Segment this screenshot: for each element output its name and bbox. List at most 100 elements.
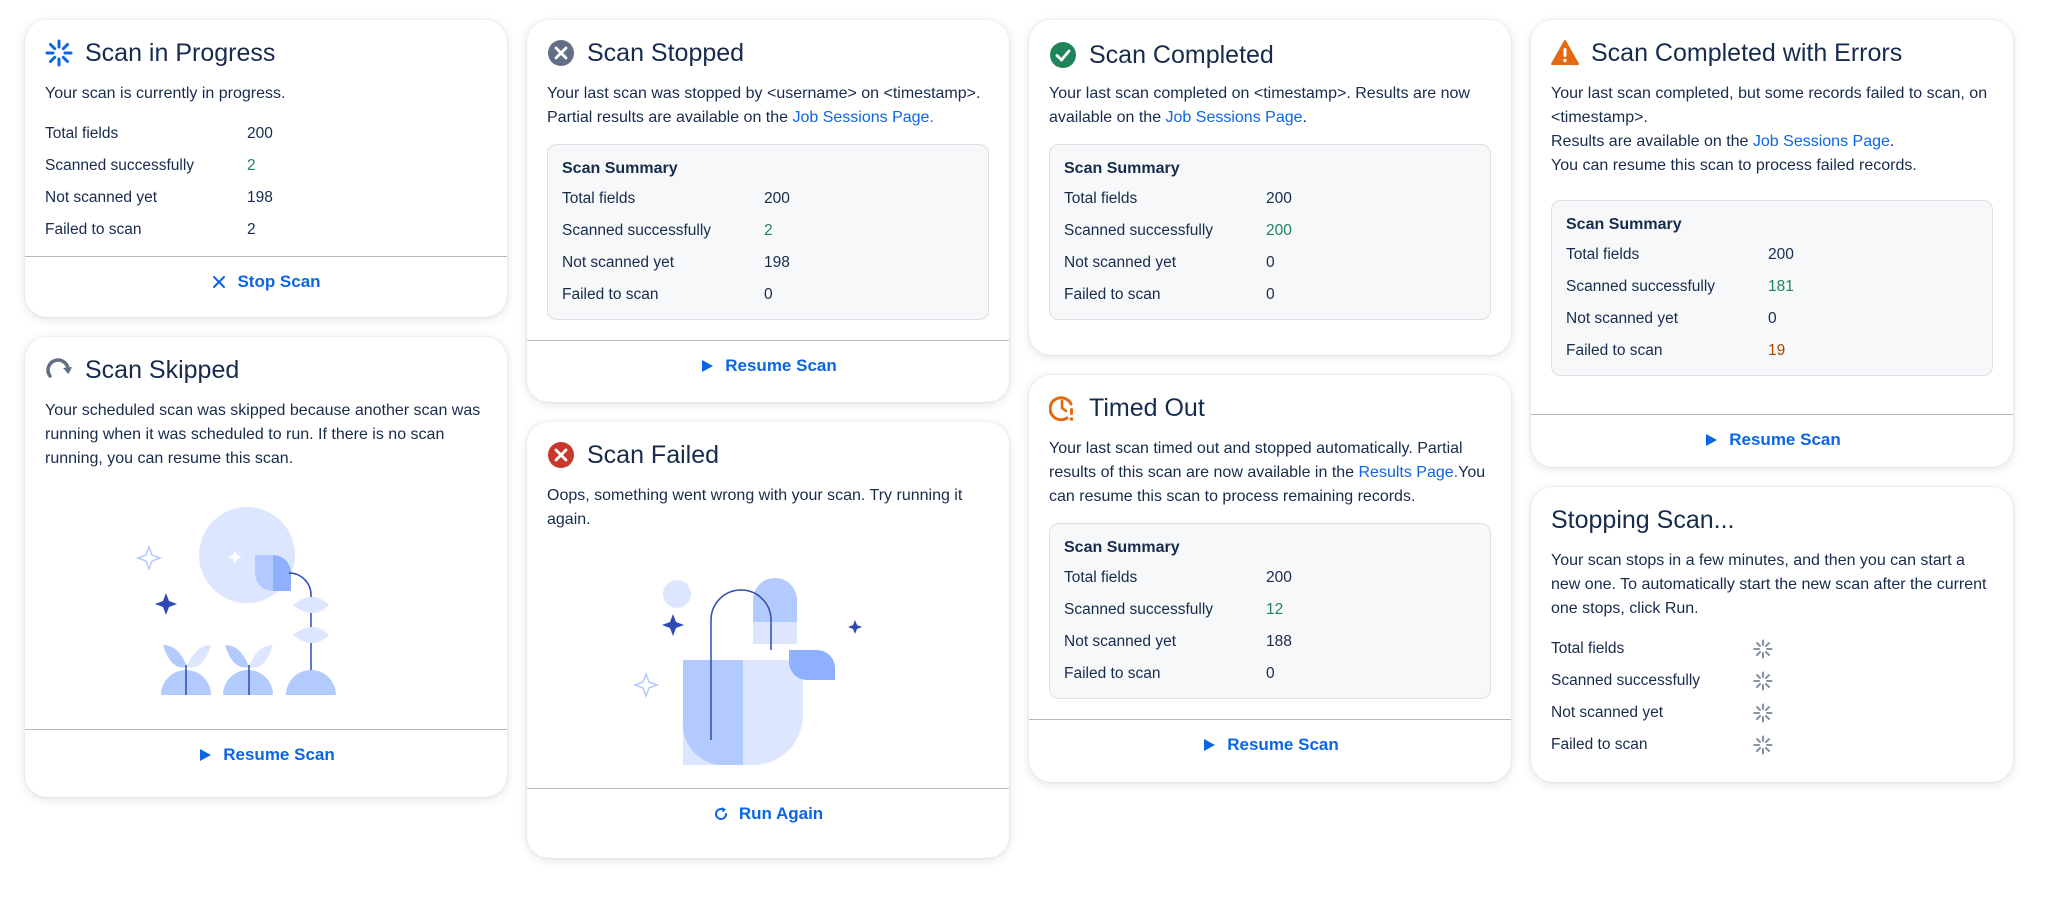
stat-label: Failed to scan bbox=[1566, 342, 1663, 359]
card-description: Your scan stops in a few minutes, and th… bbox=[1551, 552, 1987, 617]
stop-scan-button[interactable]: Stop Scan bbox=[25, 256, 507, 306]
summary-title: Scan Summary bbox=[1064, 160, 1180, 177]
stat-label: Scanned successfully bbox=[1551, 672, 1701, 689]
stat-row: Failed to scan 19 bbox=[1566, 335, 1978, 367]
resume-scan-button[interactable]: Resume Scan bbox=[1029, 719, 1511, 769]
job-sessions-link[interactable]: Job Sessions Page. bbox=[792, 109, 933, 126]
stopped-x-icon bbox=[548, 40, 574, 66]
card-title: Stopping Scan... bbox=[1551, 505, 1735, 534]
loading-spinner-icon bbox=[1753, 671, 1773, 691]
button-label: Resume Scan bbox=[1729, 429, 1841, 449]
card-title: Scan Skipped bbox=[85, 355, 240, 384]
stat-row: Failed to scan 0 bbox=[1064, 658, 1476, 690]
card-timed-out: Timed Out Your last scan timed out and s… bbox=[1029, 375, 1511, 782]
loading-spinner-icon bbox=[1753, 735, 1773, 755]
card-title: Scan Stopped bbox=[587, 38, 745, 67]
loading-spinner-icon bbox=[1753, 703, 1773, 723]
resume-scan-button[interactable]: Resume Scan bbox=[527, 340, 1009, 390]
stat-label: Failed to scan bbox=[45, 221, 142, 238]
stat-row: Total fields bbox=[1551, 633, 1993, 665]
error-x-icon bbox=[548, 442, 574, 468]
check-circle-icon bbox=[1050, 42, 1076, 68]
stat-label: Failed to scan bbox=[1064, 665, 1161, 682]
card-title: Timed Out bbox=[1089, 393, 1205, 422]
resume-scan-button[interactable]: Resume Scan bbox=[1531, 414, 2013, 464]
stat-label: Total fields bbox=[45, 125, 119, 142]
stat-value: 181 bbox=[1768, 278, 1794, 295]
run-again-button[interactable]: Run Again bbox=[527, 788, 1009, 838]
card-description: Your scheduled scan was skipped because … bbox=[45, 402, 481, 467]
job-sessions-link[interactable]: Job Sessions Page bbox=[1753, 133, 1890, 150]
stat-label: Failed to scan bbox=[1551, 736, 1648, 753]
card-title: Scan Completed bbox=[1089, 40, 1274, 69]
resume-scan-button[interactable]: Resume Scan bbox=[25, 729, 507, 779]
stat-value: 12 bbox=[1266, 601, 1284, 618]
summary-title: Scan Summary bbox=[1064, 539, 1180, 556]
stat-value: 0 bbox=[1266, 254, 1275, 271]
button-label: Run Again bbox=[738, 803, 824, 823]
card-description: You can resume this scan to process fail… bbox=[1551, 157, 1917, 174]
scan-summary: Scan Summary Total fields 200 Scanned suc… bbox=[1551, 200, 1993, 376]
stat-row: Scanned successfully bbox=[1551, 665, 1993, 697]
stat-label: Total fields bbox=[1551, 640, 1625, 657]
stat-value: 0 bbox=[1266, 665, 1275, 682]
stat-row: Scanned successfully 200 bbox=[1064, 215, 1476, 247]
stat-label: Not scanned yet bbox=[1551, 704, 1664, 721]
stat-label: Not scanned yet bbox=[1566, 310, 1679, 327]
card-description: Oops, something went wrong with your sca… bbox=[547, 487, 963, 528]
card-description: Your last scan was stopped by <username>… bbox=[547, 85, 981, 126]
stat-label: Not scanned yet bbox=[1064, 254, 1177, 271]
close-icon bbox=[213, 275, 226, 288]
card-description: Your last scan timed out and stopped aut… bbox=[1049, 440, 1486, 505]
card-scan-failed: Scan Failed Oops, something went wrong w… bbox=[527, 422, 1009, 858]
card-scan-in-progress: Scan in Progress Your scan is currently … bbox=[25, 20, 507, 317]
stat-row: Scanned successfully 181 bbox=[1566, 271, 1978, 303]
stat-label: Failed to scan bbox=[562, 286, 659, 303]
play-icon bbox=[1706, 433, 1718, 446]
stat-row: Not scanned yet 198 bbox=[562, 247, 974, 279]
stat-row: Total fields 200 bbox=[45, 118, 487, 150]
button-label: Resume Scan bbox=[223, 744, 335, 764]
stat-row: Not scanned yet 0 bbox=[1064, 247, 1476, 279]
stat-value: 200 bbox=[1266, 190, 1292, 207]
scan-summary: Scan Summary Total fields 200 Scanned suc… bbox=[547, 144, 989, 320]
plants-illustration bbox=[135, 507, 336, 695]
stat-value: 198 bbox=[764, 254, 790, 271]
stat-value: 2 bbox=[764, 222, 773, 239]
stat-row: Failed to scan bbox=[1551, 729, 1993, 761]
stat-value: 2 bbox=[247, 157, 256, 174]
clock-warning-icon bbox=[1049, 396, 1074, 422]
button-label: Resume Scan bbox=[725, 355, 837, 375]
stat-label: Scanned successfully bbox=[562, 222, 712, 239]
stat-row: Not scanned yet 188 bbox=[1064, 626, 1476, 658]
scan-summary: Scan Summary Total fields 200 Scanned suc… bbox=[1049, 144, 1491, 320]
stat-label: Not scanned yet bbox=[1064, 633, 1177, 650]
warning-icon bbox=[1551, 40, 1579, 65]
stats-list: Total fields 200 Scanned successfully 2 No… bbox=[45, 118, 487, 246]
stat-value: 0 bbox=[1266, 286, 1275, 303]
card-scan-completed-with-errors: Scan Completed with Errors Your last sca… bbox=[1531, 20, 2013, 467]
scan-summary: Scan Summary Total fields 200 Scanned suc… bbox=[1049, 523, 1491, 699]
stat-value: 200 bbox=[1266, 222, 1292, 239]
card-title: Scan Failed bbox=[587, 440, 720, 469]
card-title: Scan in Progress bbox=[85, 38, 276, 67]
stat-label: Total fields bbox=[562, 190, 636, 207]
stat-label: Total fields bbox=[1064, 190, 1138, 207]
button-label: Resume Scan bbox=[1227, 734, 1339, 754]
stat-label: Scanned successfully bbox=[1064, 222, 1214, 239]
stat-label: Not scanned yet bbox=[45, 189, 158, 206]
card-description: Your scan is currently in progress. bbox=[45, 85, 286, 102]
job-sessions-link[interactable]: Job Sessions Page bbox=[1166, 109, 1303, 126]
stat-value: 2 bbox=[247, 221, 256, 238]
refresh-icon bbox=[714, 806, 727, 820]
stat-row: Scanned successfully 2 bbox=[45, 150, 487, 182]
stat-row: Failed to scan 0 bbox=[562, 279, 974, 311]
stat-value: 200 bbox=[1266, 569, 1292, 586]
stat-value: 19 bbox=[1768, 342, 1786, 359]
stat-row: Total fields 200 bbox=[1064, 562, 1476, 594]
summary-title: Scan Summary bbox=[1566, 216, 1682, 233]
summary-title: Scan Summary bbox=[562, 160, 678, 177]
card-title: Scan Completed with Errors bbox=[1591, 38, 1903, 67]
plant-pot-illustration bbox=[632, 578, 862, 765]
results-page-link[interactable]: Results Page. bbox=[1359, 464, 1459, 481]
